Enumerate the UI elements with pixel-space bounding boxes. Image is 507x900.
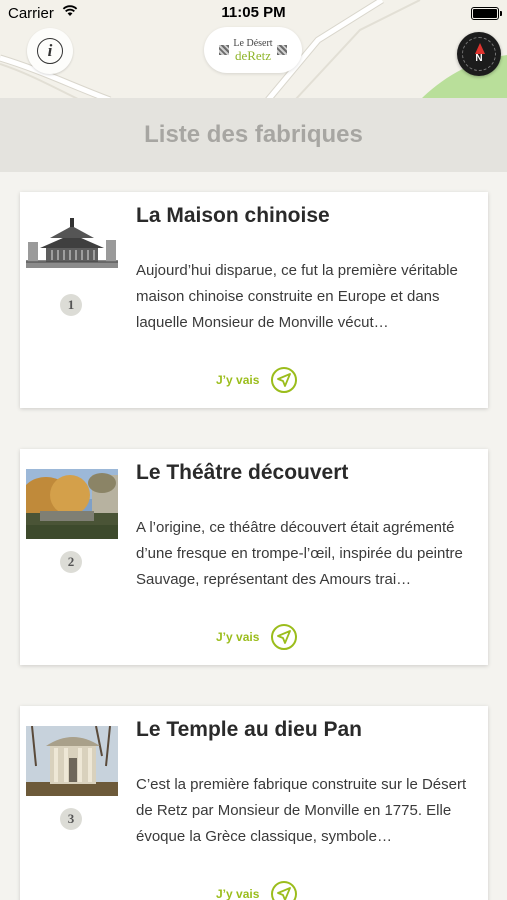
status-bar: Carrier 11:05 PM	[0, 0, 507, 28]
page-title: Liste des fabriques	[144, 121, 363, 148]
go-button[interactable]: J’y vais	[216, 624, 298, 650]
navigate-arrow-icon	[271, 367, 298, 393]
navigate-arrow-icon	[271, 624, 298, 650]
fabrique-thumbnail	[26, 212, 118, 282]
temple-pan-photo	[26, 726, 118, 796]
fabrique-thumbnail	[26, 469, 118, 539]
info-button[interactable]: i	[27, 28, 73, 74]
go-button[interactable]: J’y vais	[216, 881, 298, 900]
fabrique-description: Aujourd’hui disparue, ce fut la première…	[136, 262, 458, 331]
chinese-house-engraving-image	[26, 212, 118, 282]
go-label: J’y vais	[216, 373, 260, 387]
compass-button[interactable]: N	[457, 32, 501, 76]
info-icon: i	[37, 38, 63, 64]
go-label: J’y vais	[216, 887, 260, 900]
fabrique-number-badge: 2	[60, 551, 82, 573]
logo-pattern-icon	[276, 45, 287, 55]
go-label: J’y vais	[216, 630, 260, 644]
fabrique-title: Le Théâtre découvert	[136, 461, 349, 484]
logo-line2: deRetz	[234, 47, 272, 63]
fabrique-card[interactable]: 2 Le Théâtre découvert A l’origine, ce t…	[20, 449, 488, 665]
logo-pattern-icon	[219, 45, 230, 55]
logo: Le Désert deRetz	[204, 27, 302, 73]
title-band: Liste des fabriques	[0, 98, 507, 172]
fabrique-card[interactable]: 3 Le Temple au dieu Pan C’est la premièr…	[20, 706, 488, 900]
open-theatre-photo	[26, 469, 118, 539]
clock: 11:05 PM	[221, 4, 286, 21]
fabrique-number-badge: 1	[60, 294, 82, 316]
logo-line1: Le Désert	[233, 37, 273, 49]
compass-icon: N	[462, 37, 496, 71]
battery-icon	[471, 7, 502, 20]
navigate-arrow-icon	[271, 881, 298, 900]
fabrique-title: Le Temple au dieu Pan	[136, 718, 362, 741]
compass-north-label: N	[475, 53, 483, 64]
fabrique-thumbnail	[26, 726, 118, 796]
fabrique-description: A l’origine, ce théâtre découvert était …	[136, 519, 463, 588]
fabrique-card[interactable]: 1 La Maison chinoise Aujourd’hui disparu…	[20, 192, 488, 408]
fabrique-description: C’est la première fabrique construite su…	[136, 776, 467, 845]
fabrique-number-badge: 3	[60, 808, 82, 830]
go-button[interactable]: J’y vais	[216, 367, 298, 393]
fabriques-list[interactable]: 1 La Maison chinoise Aujourd’hui disparu…	[0, 172, 507, 900]
fabrique-title: La Maison chinoise	[136, 204, 330, 227]
